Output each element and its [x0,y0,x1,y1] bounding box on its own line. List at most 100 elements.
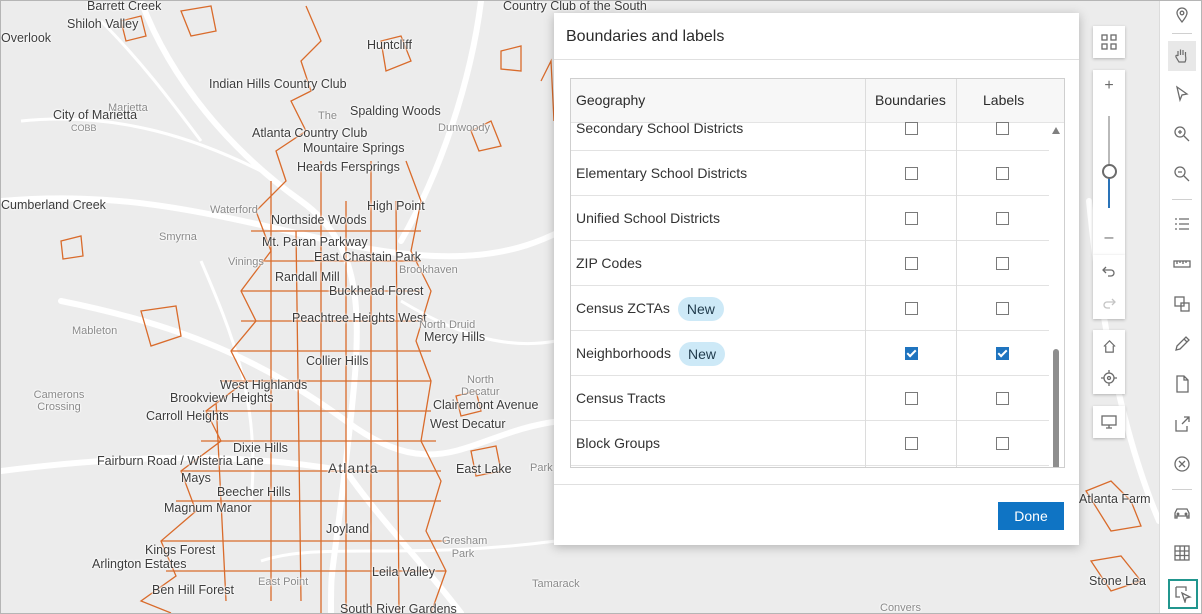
table-row: Elementary School Districts [571,151,1049,196]
boundaries-labels-button[interactable] [1168,579,1198,609]
labels-checkbox[interactable] [996,347,1009,360]
right-toolbar [1159,1,1201,613]
export-pdf-button[interactable] [1169,371,1195,397]
toolbar-divider [1172,489,1192,490]
boundaries-checkbox[interactable] [905,167,918,180]
zoom-in-button[interactable]: + [1093,70,1125,102]
zoom-slider-thumb[interactable] [1102,164,1117,179]
map-label: Mercy Hills [424,330,486,344]
geography-name: Secondary School Districts [576,106,743,150]
map-label: City of Marietta [53,108,138,122]
table-button[interactable] [1169,540,1195,566]
zoom-in-icon [1174,126,1190,142]
map-label: Gresham Park [442,535,488,560]
boundaries-labels-dialog: Boundaries and labels Geography Boundari… [554,13,1079,545]
zoom-out-button[interactable]: – [1093,222,1125,254]
boundaries-checkbox[interactable] [905,257,918,270]
geography-label: Secondary School Districts [576,120,744,136]
map-label: Huntcliff [367,38,412,52]
boundary-cursor-icon [1175,586,1192,603]
boundaries-checkbox[interactable] [905,302,918,315]
compare-button[interactable] [1169,291,1195,317]
map-label: Waterford [210,204,258,216]
boundaries-checkbox[interactable] [905,212,918,225]
map-label: Overlook [1,31,52,45]
zoom-in-tool-button[interactable] [1169,121,1195,147]
labels-checkbox[interactable] [996,122,1009,135]
map-label: Randall Mill [275,270,340,284]
basemap-gallery-button[interactable] [1093,26,1125,58]
map-label: Collier Hills [306,354,369,368]
map-label: Ben Hill Forest [152,583,234,597]
dialog-divider [554,484,1079,485]
redo-button[interactable] [1093,287,1125,319]
navigation-group [1093,330,1125,394]
labels-checkbox[interactable] [996,392,1009,405]
boundaries-checkbox[interactable] [905,122,918,135]
map-label: Brookview Heights [170,391,274,405]
map-label: Carroll Heights [146,409,229,423]
locate-button[interactable] [1093,362,1125,394]
home-button[interactable] [1093,330,1125,362]
geography-name: Neighborhoods New [576,331,725,375]
geography-label: Census ZCTAs [576,300,670,316]
map-label: Country Club of the South [503,1,647,13]
table-row: Neighborhoods New [571,331,1049,376]
grid-table-icon [1174,545,1190,561]
table-scrollbar[interactable] [1049,123,1064,467]
map-label-city: Atlanta [328,460,379,476]
scrollbar-thumb[interactable] [1053,349,1059,467]
column-header-labels: Labels [983,92,1025,108]
zoom-out-tool-button[interactable] [1169,161,1195,187]
map-label: Dunwoody [438,122,490,134]
map-label: East Chastain Park [314,250,421,264]
table-row: ZIP Codes [571,241,1049,286]
scroll-up-icon[interactable] [1052,127,1060,134]
labels-checkbox[interactable] [996,257,1009,270]
boundaries-checkbox[interactable] [905,392,918,405]
drive-time-button[interactable] [1169,500,1195,526]
boundaries-checkbox[interactable] [905,347,918,360]
clear-button[interactable] [1169,451,1195,477]
labels-checkbox[interactable] [996,212,1009,225]
map-label: Beecher Hills [217,485,291,499]
zoom-out-icon [1174,166,1190,182]
geography-name: ZIP Codes [576,241,642,285]
sketch-button[interactable] [1169,331,1195,357]
pan-tool-button[interactable] [1168,41,1196,71]
map-label: Clairemont Avenue [433,398,539,412]
map-pin-icon [1176,7,1188,24]
toolbar-divider [1172,33,1192,34]
measure-button[interactable] [1169,251,1195,277]
monitor-icon [1093,406,1125,438]
map-label: East Lake [456,462,512,476]
undo-button[interactable] [1093,255,1125,287]
done-button[interactable]: Done [998,502,1064,530]
labels-checkbox[interactable] [996,167,1009,180]
geography-label: ZIP Codes [576,255,642,271]
column-divider [865,79,866,467]
toolbar-divider [1172,199,1192,200]
geography-name: Block Groups [576,421,660,465]
map-label: Convers [880,602,921,613]
labels-checkbox[interactable] [996,437,1009,450]
column-header-boundaries: Boundaries [875,92,946,108]
map-label: Spalding Woods [350,104,441,118]
pin-tool-button[interactable] [1169,2,1195,28]
redo-icon [1103,298,1116,309]
map-label: Camerons Crossing [33,389,85,413]
map-label: West Decatur [430,417,506,431]
fullscreen-button[interactable] [1093,406,1125,438]
map-label: Indian Hills Country Club [209,77,347,91]
map-label: COBB [71,123,97,133]
select-tool-button[interactable] [1169,81,1195,107]
boundaries-checkbox[interactable] [905,437,918,450]
dialog-title: Boundaries and labels [566,28,725,45]
labels-checkbox[interactable] [996,302,1009,315]
map-label: Peachtree Heights West [292,311,427,325]
legend-button[interactable] [1169,211,1195,237]
map-label: Kings Forest [145,543,216,557]
list-icon [1175,218,1189,230]
share-button[interactable] [1169,411,1195,437]
home-icon [1102,339,1116,353]
